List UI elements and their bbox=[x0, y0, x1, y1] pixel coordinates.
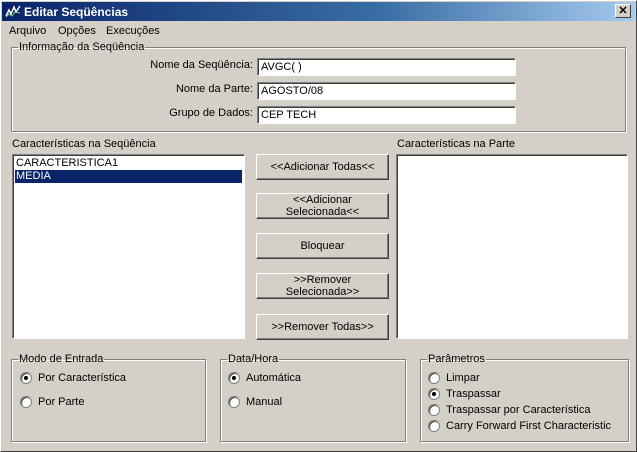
sequence-characteristics-list[interactable]: CARACTERISTICA1 MEDIA bbox=[12, 154, 245, 339]
sequence-info-legend: Informação da Seqüência bbox=[19, 41, 145, 53]
parameters-legend: Parâmetros bbox=[428, 353, 485, 365]
menu-bar: Arquivo Opções Execuções bbox=[2, 22, 635, 40]
radio-button[interactable] bbox=[428, 372, 440, 384]
close-icon: ✕ bbox=[618, 5, 628, 17]
menu-execucoes[interactable]: Execuções bbox=[106, 25, 160, 37]
param-carry-over[interactable]: Traspassar bbox=[428, 388, 501, 400]
data-group-label: Grupo de Dados: bbox=[169, 107, 253, 119]
menu-opcoes[interactable]: Opções bbox=[58, 25, 96, 37]
radio-button[interactable] bbox=[20, 372, 32, 384]
part-characteristics-list[interactable] bbox=[396, 154, 628, 339]
part-characteristics-label: Características na Parte bbox=[397, 138, 515, 150]
datetime-legend: Data/Hora bbox=[228, 353, 279, 365]
datetime-automatic[interactable]: Automática bbox=[228, 372, 301, 384]
title-bar[interactable]: Editar Seqüências ✕ bbox=[2, 2, 635, 21]
entry-mode-by-characteristic[interactable]: Por Característica bbox=[20, 372, 126, 384]
sequence-name-label: Nome da Seqüência: bbox=[150, 59, 253, 71]
close-button[interactable]: ✕ bbox=[615, 4, 631, 18]
part-name-field[interactable] bbox=[257, 82, 516, 100]
chart-line-icon bbox=[5, 4, 21, 19]
list-item[interactable]: MEDIA bbox=[15, 170, 242, 183]
remove-all-button[interactable]: >>Remover Todas>> bbox=[256, 314, 389, 340]
radio-button[interactable] bbox=[228, 396, 240, 408]
window-title: Editar Seqüências bbox=[24, 5, 129, 19]
radio-button[interactable] bbox=[228, 372, 240, 384]
entry-mode-legend: Modo de Entrada bbox=[19, 353, 104, 365]
data-group-field[interactable] bbox=[257, 106, 516, 124]
menu-arquivo[interactable]: Arquivo bbox=[9, 25, 46, 37]
sequence-name-field[interactable] bbox=[257, 58, 516, 76]
param-carry-forward-first[interactable]: Carry Forward First Characteristic bbox=[428, 420, 611, 432]
remove-selected-button[interactable]: >>Remover Selecionada>> bbox=[256, 273, 389, 299]
radio-button[interactable] bbox=[428, 404, 440, 416]
add-all-button[interactable]: <<Adicionar Todas<< bbox=[256, 154, 389, 180]
param-clear[interactable]: Limpar bbox=[428, 372, 480, 384]
entry-mode-by-part[interactable]: Por Parte bbox=[20, 396, 84, 408]
part-name-label: Nome da Parte: bbox=[175, 83, 253, 95]
edit-sequences-window: Editar Seqüências ✕ Arquivo Opções Execu… bbox=[0, 0, 637, 452]
radio-button[interactable] bbox=[428, 420, 440, 432]
radio-button[interactable] bbox=[20, 396, 32, 408]
sequence-characteristics-label: Características na Seqüência bbox=[12, 138, 156, 150]
datetime-manual[interactable]: Manual bbox=[228, 396, 282, 408]
add-selected-button[interactable]: <<Adicionar Selecionada<< bbox=[256, 193, 389, 219]
param-carry-by-characteristic[interactable]: Traspassar por Característica bbox=[428, 404, 590, 416]
radio-button[interactable] bbox=[428, 388, 440, 400]
list-item[interactable]: CARACTERISTICA1 bbox=[15, 157, 242, 170]
block-button[interactable]: Bloquear bbox=[256, 233, 389, 259]
